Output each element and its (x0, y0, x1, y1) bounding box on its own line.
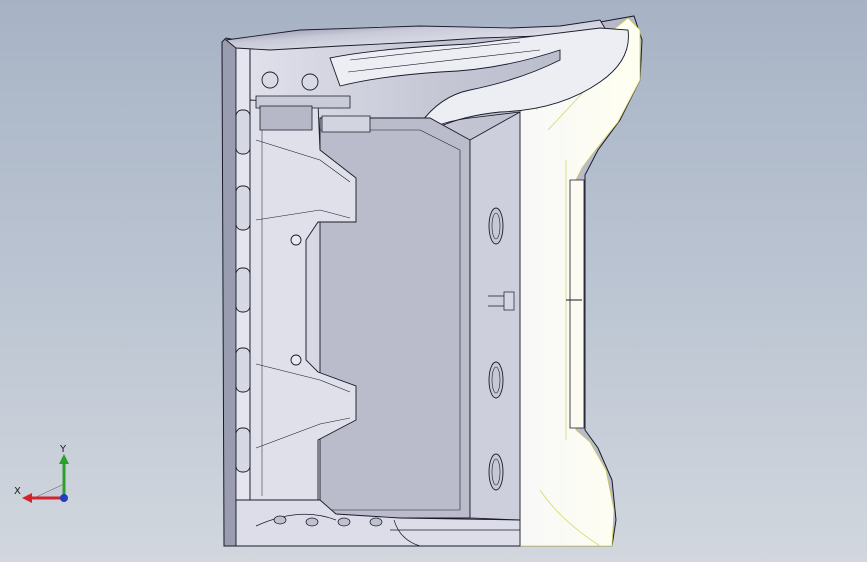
z-axis-dot (60, 494, 68, 502)
x-axis-arrow (22, 493, 32, 503)
y-axis-label: Y (59, 444, 67, 455)
orientation-triad: Y X (14, 444, 69, 503)
3d-viewport[interactable]: Y X (0, 0, 867, 562)
part-model[interactable] (0, 0, 867, 562)
y-axis-arrow (59, 454, 69, 464)
triad-plane-shade (33, 483, 65, 499)
x-axis-label: X (14, 486, 21, 497)
